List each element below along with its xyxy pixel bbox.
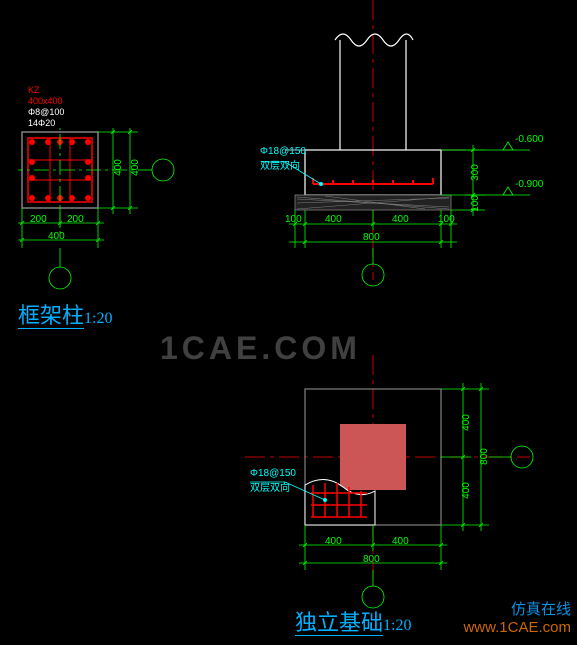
cad-drawing-canvas: KZ 400x400 Φ8@100 14Φ20 bbox=[0, 0, 577, 641]
column-scale: 1:20 bbox=[84, 310, 112, 327]
column-kz-label: KZ bbox=[28, 85, 40, 96]
footer-watermark: 仿真在线 www.1CAE.com bbox=[463, 601, 571, 637]
level-bot: -0.900 bbox=[515, 179, 543, 190]
plan-title-text: 独立基础 bbox=[295, 610, 383, 636]
sec-dim-400-a: 400 bbox=[325, 214, 342, 225]
plan-rebar-note: Φ18@150 双层双向 bbox=[250, 468, 296, 494]
col-dim-200-a: 200 bbox=[30, 214, 47, 225]
sec-rebar-note: Φ18@150 双层双向 bbox=[260, 146, 306, 172]
col-dim-400-r2: 400 bbox=[130, 159, 141, 176]
column-stirrup-label: Φ8@100 bbox=[28, 107, 64, 118]
sec-dim-800: 800 bbox=[363, 232, 380, 243]
plan-title: 独立基础1:20 bbox=[295, 605, 411, 637]
col-dim-200-b: 200 bbox=[67, 214, 84, 225]
plan-dim-400-b1: 400 bbox=[325, 536, 342, 547]
sec-dim-100-r: 100 bbox=[438, 214, 455, 225]
sec-dim-100-v: 100 bbox=[470, 195, 481, 212]
level-top: -0.600 bbox=[515, 134, 543, 145]
plan-dim-400-b2: 400 bbox=[392, 536, 409, 547]
column-title: 框架柱1:20 bbox=[18, 298, 112, 330]
plan-dim-800-r: 800 bbox=[479, 448, 490, 465]
sec-dim-400-b: 400 bbox=[392, 214, 409, 225]
plan-dim-400-r1: 400 bbox=[461, 414, 472, 431]
plan-dim-800-b: 800 bbox=[363, 554, 380, 565]
sec-dim-100-l: 100 bbox=[285, 214, 302, 225]
sec-dim-300: 300 bbox=[470, 164, 481, 181]
column-size-label: 400x400 bbox=[28, 96, 63, 107]
col-dim-400-b: 400 bbox=[48, 231, 65, 242]
column-title-text: 框架柱 bbox=[18, 303, 84, 329]
plan-dim-400-r2: 400 bbox=[461, 482, 472, 499]
footer-line1: 仿真在线 bbox=[463, 601, 571, 619]
col-dim-400-r1: 400 bbox=[113, 159, 124, 176]
footer-line2: www.1CAE.com bbox=[463, 619, 571, 637]
plan-scale: 1:20 bbox=[383, 617, 411, 634]
